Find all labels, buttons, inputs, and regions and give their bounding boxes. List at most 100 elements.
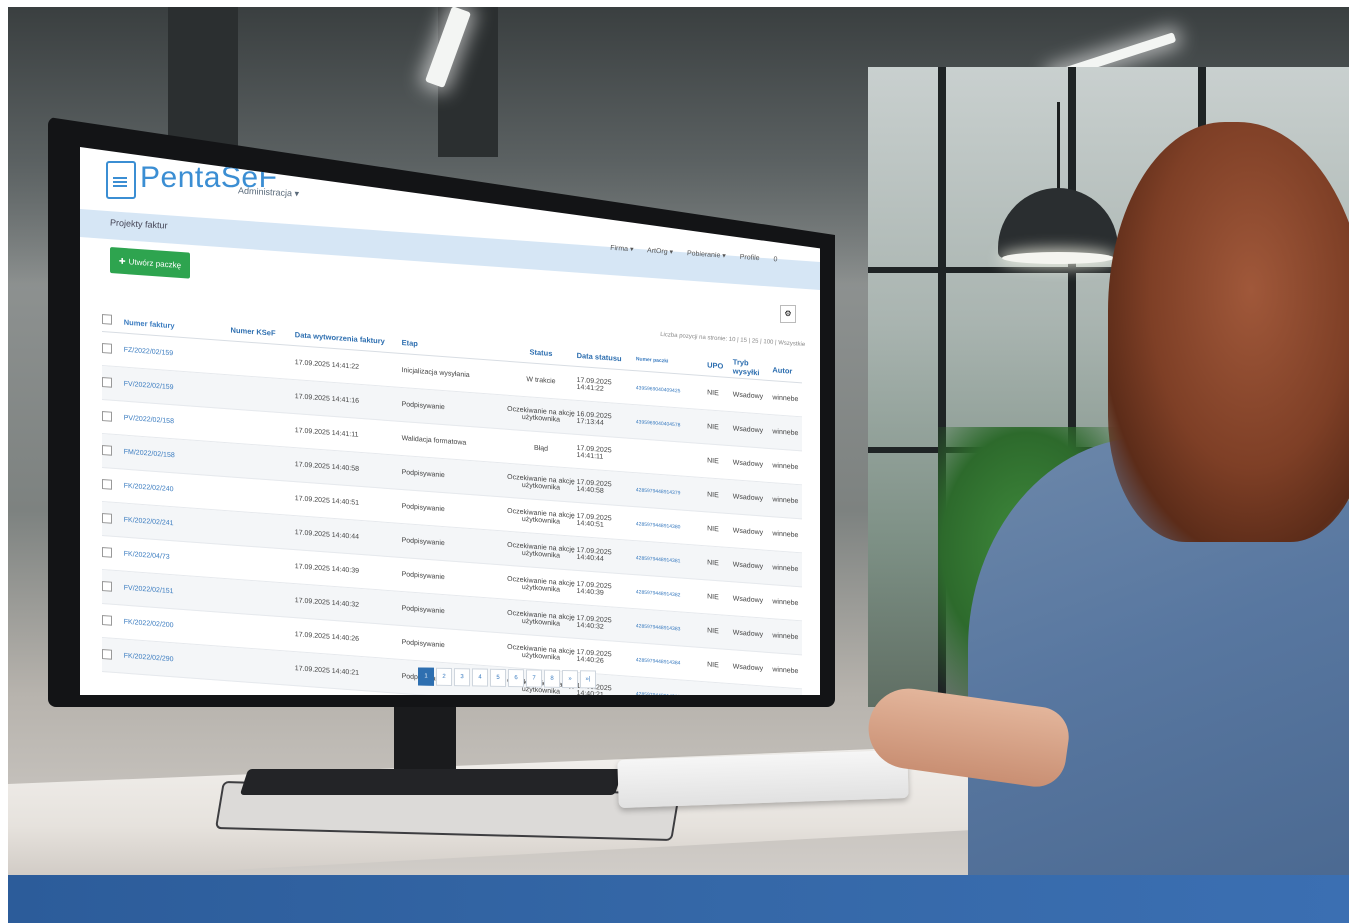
column-header[interactable]: Numer faktury xyxy=(124,317,231,334)
row-checkbox[interactable] xyxy=(102,444,124,459)
upo: NIE xyxy=(707,627,719,636)
step: Podpisywanie xyxy=(401,400,445,412)
woman-hair xyxy=(1108,122,1349,542)
page-button[interactable]: 1 xyxy=(418,667,434,686)
author: winnebe xyxy=(772,394,799,404)
invoice-number-link[interactable]: FK/2022/02/290 xyxy=(124,653,231,668)
send-mode: Wsadowy xyxy=(732,459,764,469)
status-date: 17.09.2025 14:41:22 xyxy=(576,376,612,393)
package-link[interactable] xyxy=(636,456,707,461)
invoice-number-link[interactable]: FZ/2022/02/159 xyxy=(124,347,231,362)
row-checkbox[interactable] xyxy=(102,342,124,357)
status-date: 17.09.2025 14:40:32 xyxy=(576,614,612,631)
ksef-number xyxy=(231,664,295,669)
row-checkbox[interactable] xyxy=(102,546,124,561)
page-button[interactable]: 7 xyxy=(526,669,542,688)
invoice-number-link[interactable]: FK/2022/02/240 xyxy=(124,483,231,498)
package-link[interactable]: 4285979448914382 xyxy=(636,589,707,600)
created-date: 17.09.2025 14:40:39 xyxy=(294,563,360,575)
status-date: 16.09.2025 17:13:44 xyxy=(576,410,612,427)
package-link[interactable]: 4285979448914383 xyxy=(636,623,707,634)
page-button[interactable]: 6 xyxy=(508,669,524,688)
row-checkbox[interactable] xyxy=(102,376,124,391)
row-checkbox[interactable] xyxy=(102,512,124,527)
author: winnebe xyxy=(772,462,799,472)
row-checkbox[interactable] xyxy=(102,410,124,425)
monitor-base xyxy=(239,769,624,795)
rows-per-page[interactable]: Liczba pozycji na stronie: 10 | 15 | 25 … xyxy=(660,332,805,348)
page-button[interactable]: 8 xyxy=(544,669,560,688)
author: winnebe xyxy=(772,598,799,608)
row-checkbox[interactable] xyxy=(102,478,124,493)
column-header[interactable]: Numer KSeF xyxy=(231,325,295,339)
create-package-label: Utwórz paczkę xyxy=(128,256,182,270)
package-link[interactable]: 4395969040409425 xyxy=(636,385,707,396)
author: winnebe xyxy=(772,428,799,438)
status-date: 17.09.2025 14:40:58 xyxy=(576,478,612,495)
upo: NIE xyxy=(707,389,719,398)
page-button[interactable]: 5 xyxy=(490,668,506,687)
send-mode: Wsadowy xyxy=(732,663,764,673)
keyboard xyxy=(617,749,909,809)
package-link[interactable]: 4285979448914384 xyxy=(636,657,707,668)
column-header[interactable]: Tryb wysyłki xyxy=(733,357,773,378)
send-mode: Wsadowy xyxy=(732,595,764,605)
status-date: 17.09.2025 14:41:11 xyxy=(576,444,612,461)
column-header[interactable]: Status xyxy=(505,345,576,359)
admin-menu[interactable]: Administracja ▾ xyxy=(238,185,299,199)
column-header[interactable]: Data statusu xyxy=(577,350,636,363)
invoice-number-link[interactable]: FM/2022/02/158 xyxy=(124,449,231,464)
row-checkbox[interactable] xyxy=(102,648,124,663)
created-date: 17.09.2025 14:40:58 xyxy=(294,461,360,473)
package-link[interactable]: 4395969040404578 xyxy=(636,419,707,430)
package-link[interactable]: 4285979448914379 xyxy=(636,487,707,498)
column-header[interactable]: Etap xyxy=(402,337,506,354)
send-mode: Wsadowy xyxy=(732,527,764,537)
page-button[interactable]: » xyxy=(562,669,578,689)
column-header[interactable]: Autor xyxy=(772,365,802,376)
upo: NIE xyxy=(707,423,719,432)
user-menu-item[interactable]: 0 xyxy=(773,256,777,263)
status-date: 17.09.2025 14:40:26 xyxy=(576,648,612,665)
ksef-number xyxy=(231,392,295,397)
ksef-number xyxy=(231,358,295,363)
package-link[interactable]: 4285979448914381 xyxy=(636,555,707,566)
status-date: 17.09.2025 14:40:39 xyxy=(576,580,612,597)
lamp-shade xyxy=(998,188,1118,258)
invoice-number-link[interactable]: FV/2022/02/159 xyxy=(124,381,231,396)
page-button[interactable]: »| xyxy=(580,670,596,689)
upo: NIE xyxy=(707,525,719,534)
package-link[interactable]: 4285979448914385 xyxy=(636,691,707,695)
step: Podpisywanie xyxy=(401,468,445,480)
author: winnebe xyxy=(772,496,799,506)
bottom-banner xyxy=(8,875,1349,923)
row-checkbox[interactable] xyxy=(102,614,124,629)
lamp-light xyxy=(1002,252,1114,264)
pendant-lamp xyxy=(998,102,1118,272)
page-button[interactable]: 4 xyxy=(472,668,488,687)
create-package-button[interactable]: ✚ Utwórz paczkę xyxy=(110,247,190,279)
row-checkbox[interactable] xyxy=(102,580,124,595)
page-button[interactable]: 3 xyxy=(454,668,470,687)
gear-icon[interactable]: ⚙ xyxy=(780,305,796,323)
invoice-number-link[interactable]: PV/2022/02/158 xyxy=(124,415,231,430)
upo: NIE xyxy=(707,491,719,500)
select-all-checkbox[interactable] xyxy=(102,314,124,328)
status: W trakcie xyxy=(526,376,556,386)
send-mode: Wsadowy xyxy=(732,629,764,639)
invoice-number-link[interactable]: FV/2022/02/151 xyxy=(124,585,231,600)
page-button[interactable]: 2 xyxy=(436,667,452,687)
invoice-number-link[interactable]: FK/2022/02/241 xyxy=(124,517,231,532)
user-menu-item[interactable]: Profile xyxy=(739,254,759,262)
package-link[interactable]: 4285979448914380 xyxy=(636,521,707,532)
invoice-number-link[interactable]: FK/2022/02/200 xyxy=(124,619,231,634)
column-header[interactable]: Numer paczki xyxy=(636,356,707,367)
created-date: 17.09.2025 14:40:51 xyxy=(294,495,360,507)
upo: NIE xyxy=(707,661,719,670)
created-date: 17.09.2025 14:41:16 xyxy=(294,393,360,405)
invoice-number-link[interactable]: FK/2022/04/73 xyxy=(124,551,231,566)
pagination: 1 2 3 4 5 6 7 8» »| xyxy=(418,667,596,689)
column-header[interactable]: UPO xyxy=(707,360,733,371)
column-header[interactable]: Data wytworzenia faktury xyxy=(295,330,402,347)
status: Błąd xyxy=(533,444,548,453)
